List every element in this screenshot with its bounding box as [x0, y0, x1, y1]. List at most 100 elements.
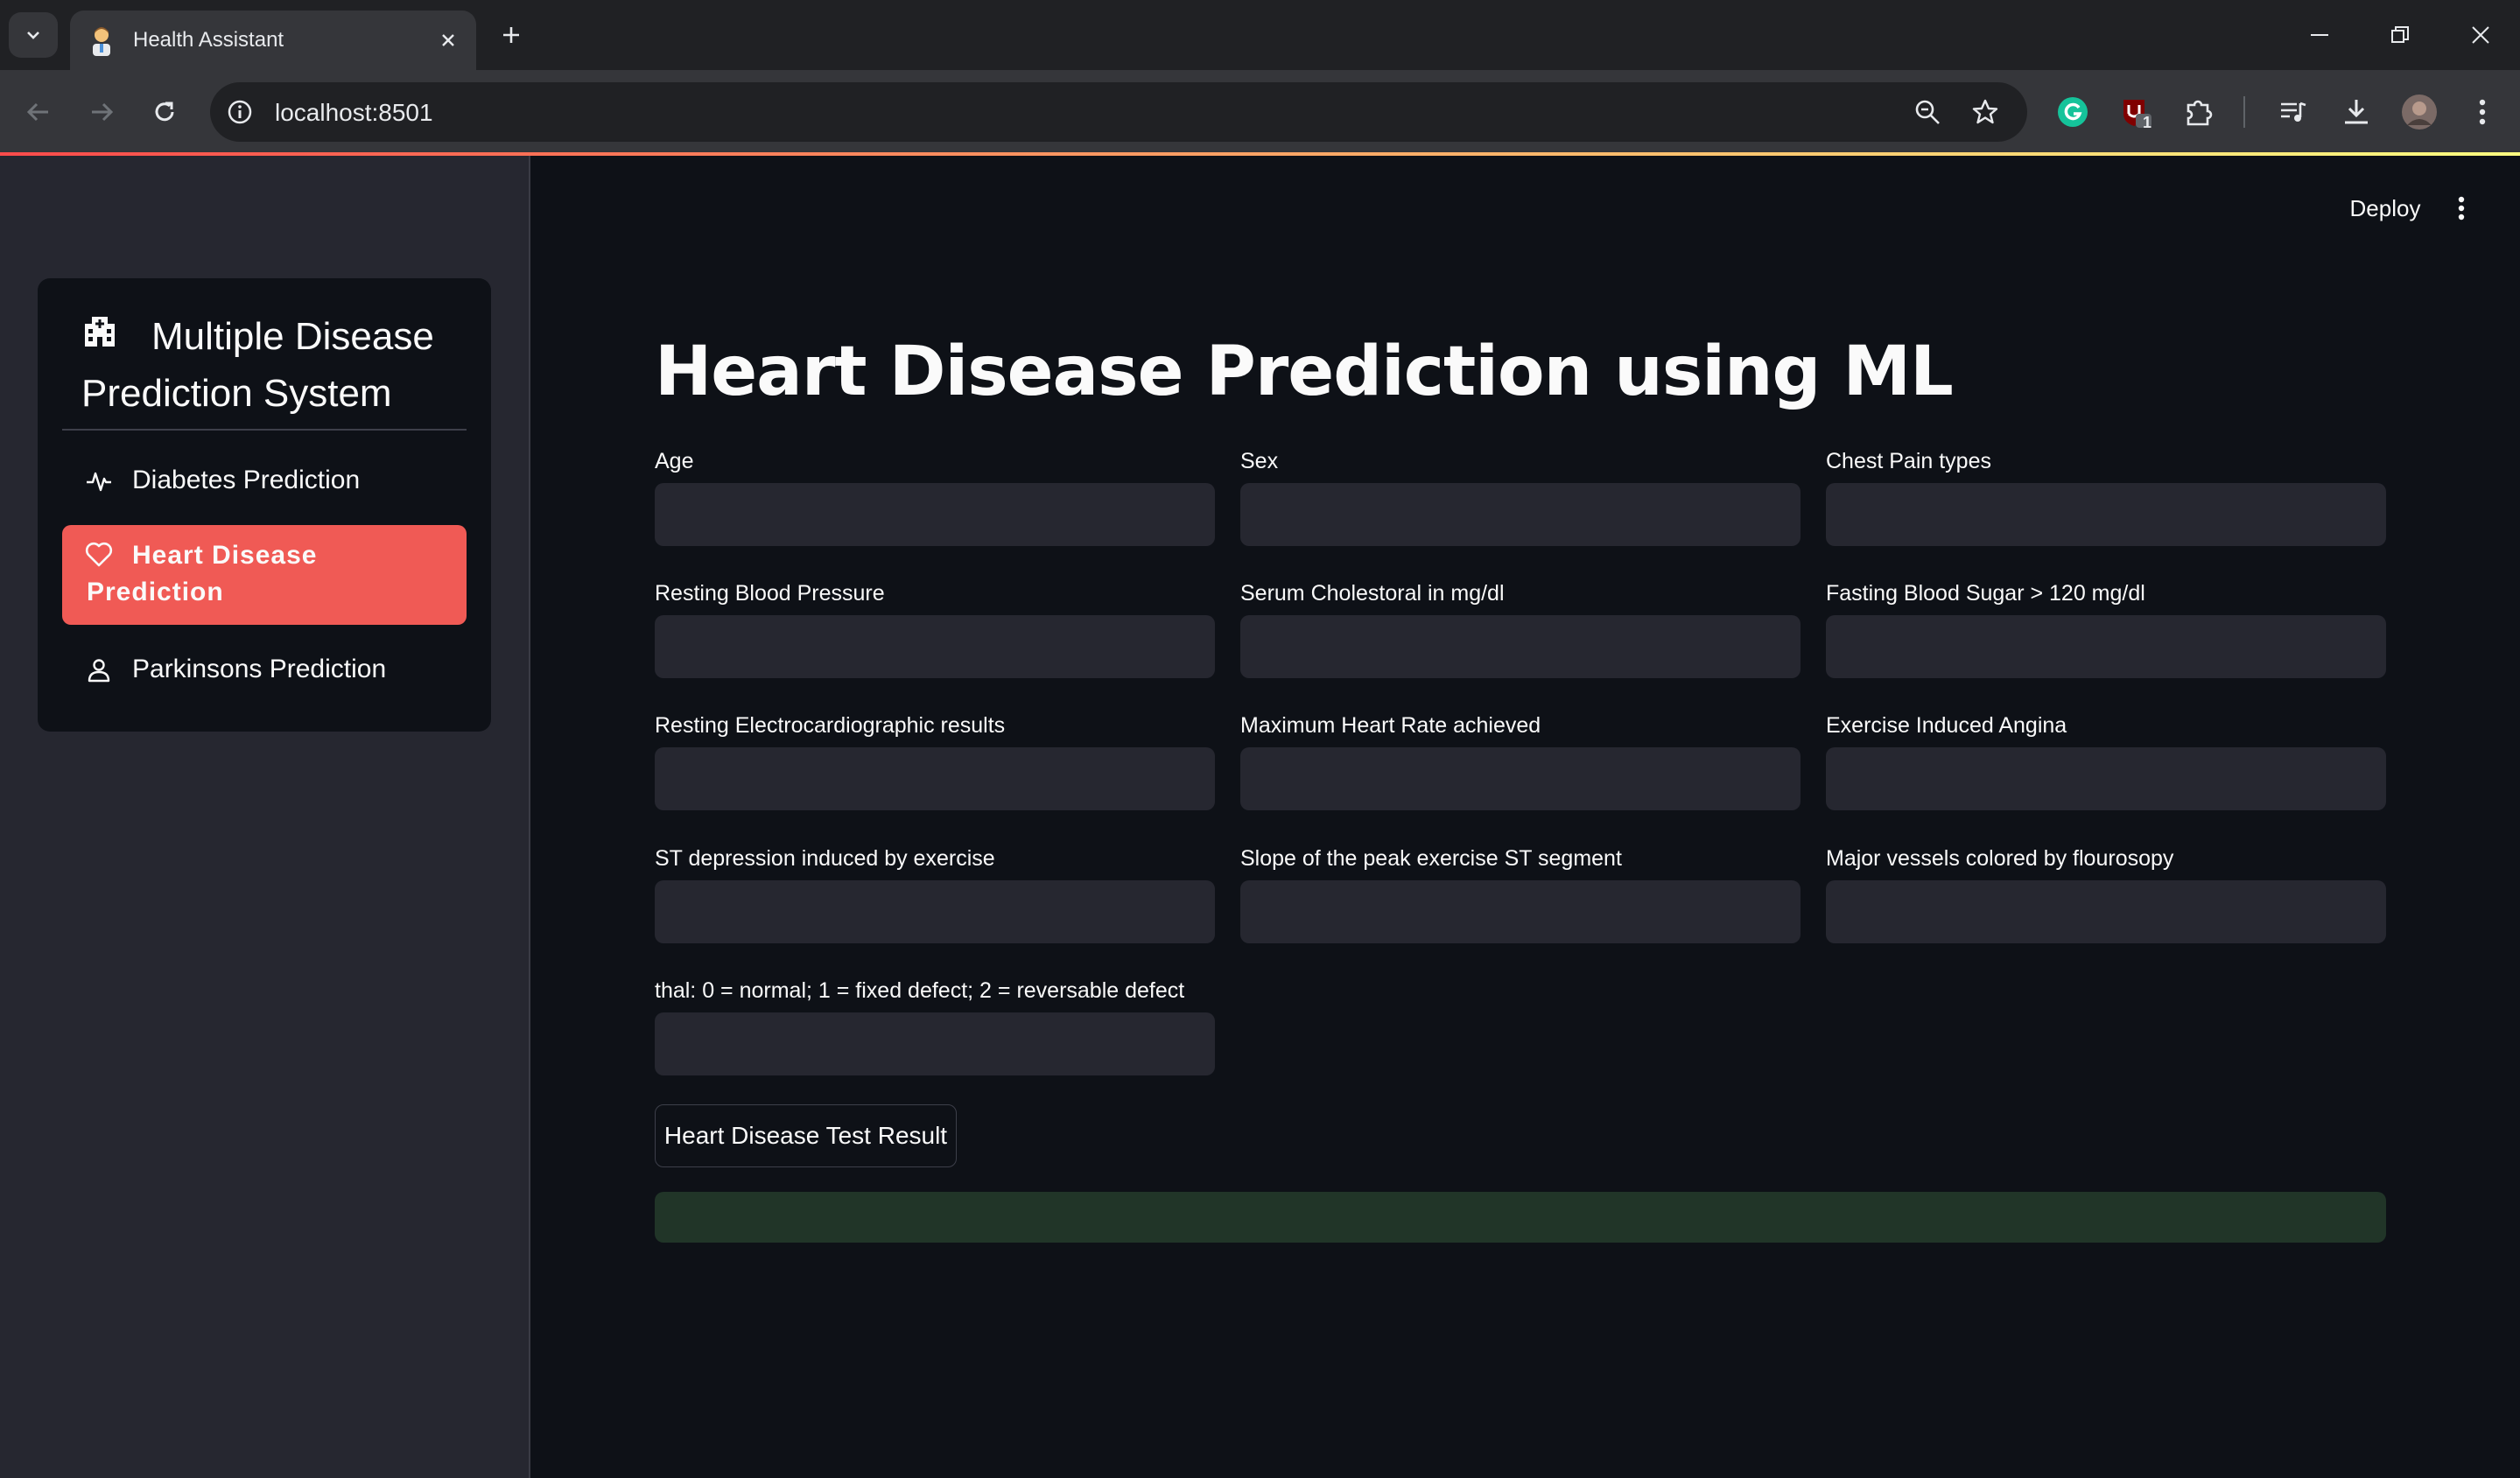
- age-input[interactable]: [655, 483, 1215, 546]
- page-title: Heart Disease Prediction using ML: [655, 333, 1954, 411]
- field-label: ST depression induced by exercise: [655, 846, 995, 871]
- field-label: Maximum Heart Rate achieved: [1240, 713, 1541, 738]
- profile-button[interactable]: [2398, 91, 2440, 133]
- address-bar[interactable]: localhost:8501: [210, 82, 2027, 142]
- browser-toolbar: localhost:8501 1: [0, 70, 2520, 154]
- deploy-button[interactable]: Deploy: [2328, 184, 2442, 233]
- main-menu-button[interactable]: [2440, 187, 2482, 229]
- grammarly-extension[interactable]: [2052, 91, 2094, 133]
- menu-item-heart-disease[interactable]: Heart Disease Prediction: [62, 525, 467, 625]
- close-icon: [442, 34, 454, 46]
- arrow-left-icon: [26, 102, 48, 122]
- sex-field: Sex: [1240, 448, 1801, 546]
- resting-bp-input[interactable]: [655, 615, 1215, 678]
- major-vessels-field: Major vessels colored by flourosopy: [1826, 845, 2386, 943]
- chevron-down-icon: [27, 32, 39, 39]
- resting-ecg-field: Resting Electrocardiographic results: [655, 712, 1215, 810]
- media-controls-button[interactable]: [2272, 91, 2314, 133]
- restore-icon: [2391, 26, 2409, 43]
- chest-pain-input[interactable]: [1826, 483, 2386, 546]
- back-button[interactable]: [18, 91, 60, 133]
- st-depression-input[interactable]: [655, 880, 1215, 943]
- hospital-icon: [85, 317, 115, 347]
- fasting-blood-sugar-field: Fasting Blood Sugar > 120 mg/dl: [1826, 580, 2386, 678]
- playlist-icon: [2281, 102, 2306, 122]
- more-vertical-icon: [2458, 196, 2465, 221]
- st-slope-field: Slope of the peak exercise ST segment: [1240, 845, 1801, 943]
- field-label: Resting Electrocardiographic results: [655, 713, 1006, 738]
- browser-menu-button[interactable]: [2461, 91, 2503, 133]
- major-vessels-input[interactable]: [1826, 880, 2386, 943]
- chest-pain-field: Chest Pain types: [1826, 448, 2386, 546]
- close-icon: [2472, 26, 2489, 44]
- doctor-favicon-icon: [93, 27, 110, 56]
- minimize-button[interactable]: [2293, 12, 2346, 58]
- max-heart-rate-field: Maximum Heart Rate achieved: [1240, 712, 1801, 810]
- st-depression-field: ST depression induced by exercise: [655, 845, 1215, 943]
- new-tab-button[interactable]: [492, 16, 530, 54]
- star-icon: [1972, 99, 1998, 124]
- activity-icon: [87, 472, 111, 492]
- menu-item-diabetes[interactable]: Diabetes Prediction: [62, 446, 467, 516]
- field-label: Serum Cholestoral in mg/dl: [1240, 581, 1505, 606]
- cholesterol-field: Serum Cholestoral in mg/dl: [1240, 580, 1801, 678]
- heart-disease-test-button[interactable]: Heart Disease Test Result: [655, 1104, 957, 1167]
- bookmark-button[interactable]: [1966, 93, 2004, 131]
- tab-search-button[interactable]: [9, 12, 58, 58]
- restore-button[interactable]: [2374, 12, 2426, 58]
- downloads-button[interactable]: [2335, 91, 2377, 133]
- resting-ecg-input[interactable]: [655, 747, 1215, 810]
- result-message: [655, 1192, 2386, 1243]
- cholesterol-input[interactable]: [1240, 615, 1801, 678]
- puzzle-icon: [2187, 100, 2213, 126]
- field-label: Fasting Blood Sugar > 120 mg/dl: [1826, 581, 2145, 606]
- field-label: Slope of the peak exercise ST segment: [1240, 846, 1622, 871]
- menu-divider: [62, 429, 467, 431]
- ublock-extension[interactable]: 1: [2115, 91, 2157, 133]
- exercise-angina-input[interactable]: [1826, 747, 2386, 810]
- field-label: Major vessels colored by flourosopy: [1826, 846, 2174, 871]
- thal-input[interactable]: [655, 1012, 1215, 1075]
- field-label: Chest Pain types: [1826, 449, 1991, 473]
- field-label: Age: [655, 449, 694, 473]
- sidebar: Multiple Disease Prediction System Diabe…: [0, 156, 530, 1478]
- minimize-icon: [2311, 34, 2328, 36]
- zoom-out-icon: [1915, 100, 1940, 124]
- toolbar-divider: [2243, 96, 2245, 128]
- plus-icon: [503, 27, 519, 43]
- fasting-blood-sugar-input[interactable]: [1826, 615, 2386, 678]
- person-icon: [88, 659, 110, 683]
- field-label: thal: 0 = normal; 1 = fixed defect; 2 = …: [655, 978, 1185, 1003]
- menu-item-label: Diabetes Prediction: [132, 466, 361, 494]
- close-window-button[interactable]: [2454, 12, 2507, 58]
- more-vertical-icon: [2479, 99, 2486, 125]
- avatar: [2402, 95, 2437, 130]
- extensions-button[interactable]: [2178, 91, 2220, 133]
- reload-icon: [155, 102, 174, 122]
- sex-input[interactable]: [1240, 483, 1801, 546]
- resting-bp-field: Resting Blood Pressure: [655, 580, 1215, 678]
- info-icon: [228, 100, 252, 124]
- browser-tab-bar: Health Assistant: [0, 0, 2520, 70]
- download-icon: [2345, 100, 2368, 124]
- tab-close-button[interactable]: [431, 23, 466, 58]
- zoom-button[interactable]: [1908, 93, 1947, 131]
- st-slope-input[interactable]: [1240, 880, 1801, 943]
- browser-tab[interactable]: Health Assistant: [70, 11, 476, 70]
- reload-button[interactable]: [144, 91, 186, 133]
- exercise-angina-field: Exercise Induced Angina: [1826, 712, 2386, 810]
- field-label: Exercise Induced Angina: [1826, 713, 2067, 738]
- menu-header: Multiple Disease Prediction System: [81, 308, 467, 422]
- menu-item-parkinsons[interactable]: Parkinsons Prediction: [62, 635, 467, 705]
- option-menu: Multiple Disease Prediction System Diabe…: [38, 278, 491, 732]
- age-field: Age: [655, 448, 1215, 546]
- menu-item-label: Heart Disease Prediction: [87, 541, 318, 606]
- site-info-button[interactable]: [222, 95, 257, 130]
- menu-item-label: Parkinsons Prediction: [132, 655, 387, 683]
- max-heart-rate-input[interactable]: [1240, 747, 1801, 810]
- grammarly-icon: [2058, 97, 2088, 127]
- forward-button[interactable]: [81, 91, 123, 133]
- extension-badge: 1: [2143, 114, 2152, 131]
- field-label: Resting Blood Pressure: [655, 581, 885, 606]
- menu-title: Multiple Disease Prediction System: [81, 315, 434, 415]
